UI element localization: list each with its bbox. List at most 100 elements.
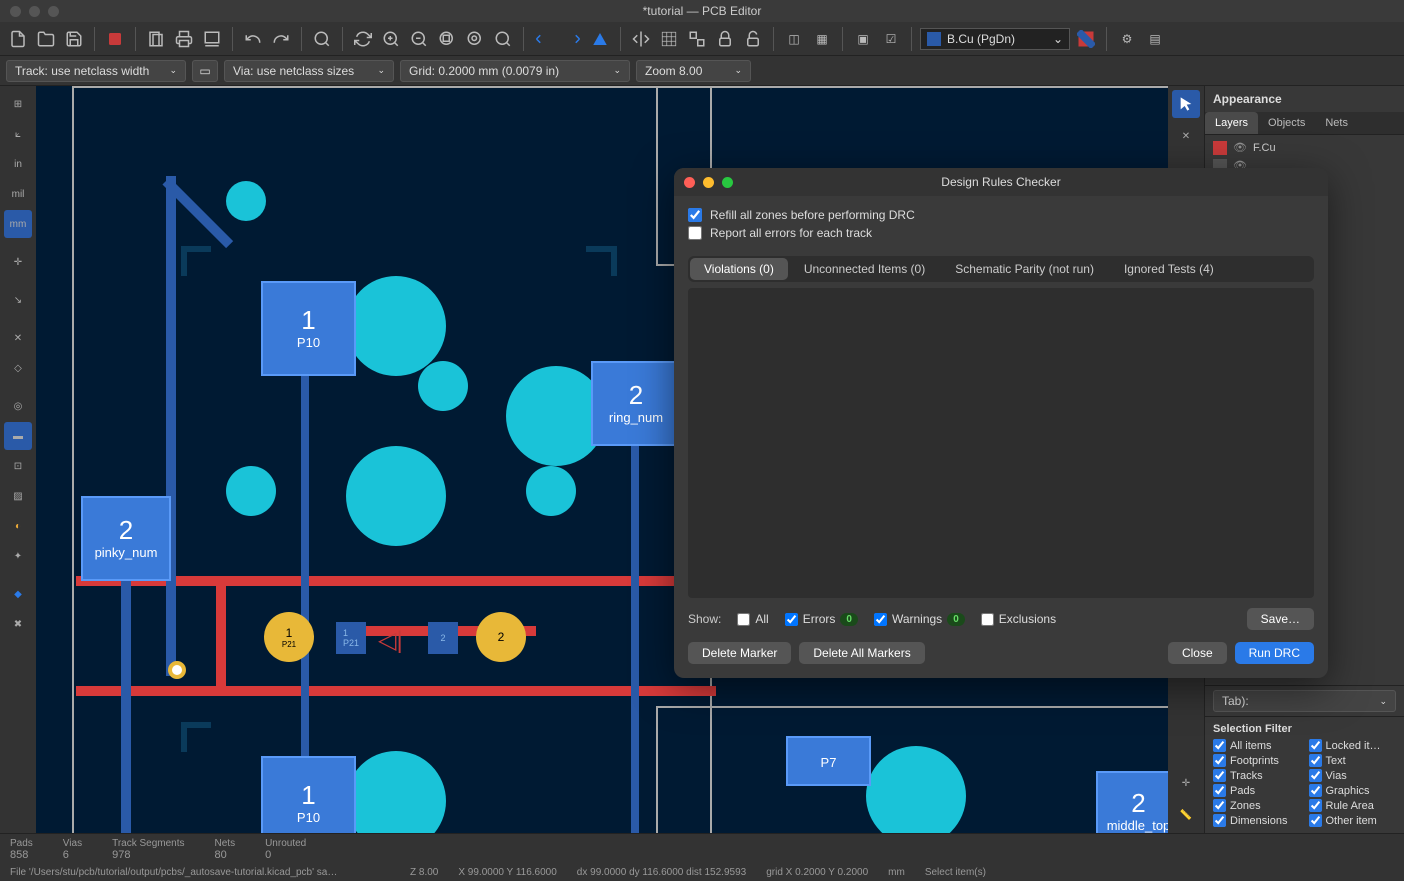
update-pcb-icon[interactable]: ▣ [851, 27, 875, 51]
footprint-icon[interactable]: ◫ [782, 27, 806, 51]
highlight-net-icon[interactable]: ✕ [1172, 122, 1200, 150]
filter-vias[interactable]: Vias [1309, 769, 1397, 782]
drill-hole [418, 361, 468, 411]
lock-icon[interactable] [713, 27, 737, 51]
find-icon[interactable] [310, 27, 334, 51]
layer-row[interactable]: 👁F.Cu [1209, 139, 1400, 157]
outline-mode-icon[interactable]: ◇ [4, 354, 32, 382]
zoom-obj-icon[interactable] [463, 27, 487, 51]
print-icon[interactable] [172, 27, 196, 51]
via-size-select[interactable]: Via: use netclass sizes⌄ [224, 60, 394, 82]
ratsnest-curved-icon[interactable]: ✕ [4, 324, 32, 352]
scripting-icon[interactable]: ⚙ [1115, 27, 1139, 51]
tab-schematic-parity[interactable]: Schematic Parity (not run) [941, 258, 1108, 280]
select-tool-icon[interactable] [1172, 90, 1200, 118]
zoom-in-icon[interactable] [379, 27, 403, 51]
close-button[interactable]: Close [1168, 642, 1227, 664]
show-warnings-checkbox[interactable]: Warnings 0 [874, 612, 965, 626]
contrast-icon[interactable]: ◐ [4, 512, 32, 540]
fp-editor-icon[interactable]: ▦ [810, 27, 834, 51]
filter-locked-it-[interactable]: Locked it… [1309, 739, 1397, 752]
zone-mode-icon[interactable]: ▨ [4, 482, 32, 510]
rotate-cw-icon[interactable] [560, 27, 584, 51]
dialog-titlebar[interactable]: Design Rules Checker [674, 168, 1328, 196]
filter-graphics[interactable]: Graphics [1309, 784, 1397, 797]
filter-all-items[interactable]: All items [1213, 739, 1301, 752]
units-mil-icon[interactable]: mil [4, 180, 32, 208]
show-errors-checkbox[interactable]: Errors 0 [785, 612, 858, 626]
tab-nets[interactable]: Nets [1315, 112, 1358, 134]
tab-unconnected[interactable]: Unconnected Items (0) [790, 258, 939, 280]
filter-text[interactable]: Text [1309, 754, 1397, 767]
polar-icon[interactable]: ⟀ [4, 120, 32, 148]
show-all-checkbox[interactable]: All [737, 612, 768, 626]
zoom-select[interactable]: Zoom 8.00⌄ [636, 60, 751, 82]
cursor-full-icon[interactable]: ✛ [4, 248, 32, 276]
tab-layers[interactable]: Layers [1205, 112, 1258, 134]
layer-select[interactable]: B.Cu (PgDn) ⌄ [920, 28, 1070, 50]
run-drc-button[interactable]: Run DRC [1235, 642, 1314, 664]
new-icon[interactable] [6, 27, 30, 51]
measure-icon[interactable]: 📏 [1172, 801, 1200, 829]
origin-icon[interactable]: ✛ [1172, 769, 1200, 797]
track-width-select[interactable]: Track: use netclass width⌄ [6, 60, 186, 82]
via [168, 661, 186, 679]
mirror-h-icon[interactable] [588, 27, 612, 51]
delete-all-markers-button[interactable]: Delete All Markers [799, 642, 924, 664]
filter-footprints[interactable]: Footprints [1213, 754, 1301, 767]
drc-icon[interactable]: ☑ [879, 27, 903, 51]
tab-objects[interactable]: Objects [1258, 112, 1315, 134]
filter-other-item[interactable]: Other item [1309, 814, 1397, 827]
undo-icon[interactable] [241, 27, 265, 51]
grid-display-icon[interactable]: ⊞ [4, 90, 32, 118]
via-mode-icon[interactable]: ◎ [4, 392, 32, 420]
refresh-icon[interactable] [351, 27, 375, 51]
report-all-checkbox[interactable]: Report all errors for each track [688, 224, 1314, 242]
page-icon[interactable] [144, 27, 168, 51]
show-exclusions-checkbox[interactable]: Exclusions [981, 612, 1056, 626]
plot-icon[interactable] [200, 27, 224, 51]
window-controls[interactable] [0, 6, 59, 17]
zoom-sel-icon[interactable] [491, 27, 515, 51]
grid-select[interactable]: Grid: 0.2000 mm (0.0079 in)⌄ [400, 60, 630, 82]
flip-icon[interactable] [629, 27, 653, 51]
refill-zones-checkbox[interactable]: Refill all zones before performing DRC [688, 206, 1314, 224]
layer-pair-icon[interactable] [1074, 27, 1098, 51]
panel-icon[interactable]: ▤ [1143, 27, 1167, 51]
zoom-out-icon[interactable] [407, 27, 431, 51]
presets-select[interactable]: Tab):⌄ [1213, 690, 1396, 712]
dialog-window-controls[interactable] [674, 177, 733, 188]
open-icon[interactable] [34, 27, 58, 51]
track-fcu [76, 686, 716, 696]
grid-icon[interactable] [657, 27, 681, 51]
group-icon[interactable] [685, 27, 709, 51]
units-mm-icon[interactable]: mm [4, 210, 32, 238]
layers-icon[interactable]: ◆ [4, 580, 32, 608]
filter-zones[interactable]: Zones [1213, 799, 1301, 812]
filter-dimensions[interactable]: Dimensions [1213, 814, 1301, 827]
ratsnest-icon[interactable]: ↘ [4, 286, 32, 314]
tab-ignored[interactable]: Ignored Tests (4) [1110, 258, 1228, 280]
filter-tracks[interactable]: Tracks [1213, 769, 1301, 782]
rotate-ccw-icon[interactable] [532, 27, 556, 51]
appearance-tabs: Layers Objects Nets [1205, 112, 1404, 135]
zoom-fit-icon[interactable] [435, 27, 459, 51]
pad-mode-icon[interactable]: ⊡ [4, 452, 32, 480]
crosshair-icon[interactable]: ✦ [4, 542, 32, 570]
track-mode-icon[interactable]: ▬ [4, 422, 32, 450]
delete-marker-button[interactable]: Delete Marker [688, 642, 791, 664]
settings-icon[interactable]: ✖ [4, 610, 32, 638]
tab-violations[interactable]: Violations (0) [690, 258, 788, 280]
left-toolbar: ⊞ ⟀ in mil mm ✛ ↘ ✕ ◇ ◎ ▬ ⊡ ▨ ◐ ✦ ◆ ✖ [0, 86, 36, 833]
redo-icon[interactable] [269, 27, 293, 51]
filter-rule-area[interactable]: Rule Area [1309, 799, 1397, 812]
violations-list[interactable] [688, 288, 1314, 598]
save-icon[interactable] [62, 27, 86, 51]
save-button[interactable]: Save… [1247, 608, 1314, 630]
track-edit-icon[interactable]: ▭ [192, 60, 218, 82]
unlock-icon[interactable] [741, 27, 765, 51]
diode-icon: ◁| [378, 626, 403, 655]
board-setup-icon[interactable] [103, 27, 127, 51]
units-in-icon[interactable]: in [4, 150, 32, 178]
filter-pads[interactable]: Pads [1213, 784, 1301, 797]
